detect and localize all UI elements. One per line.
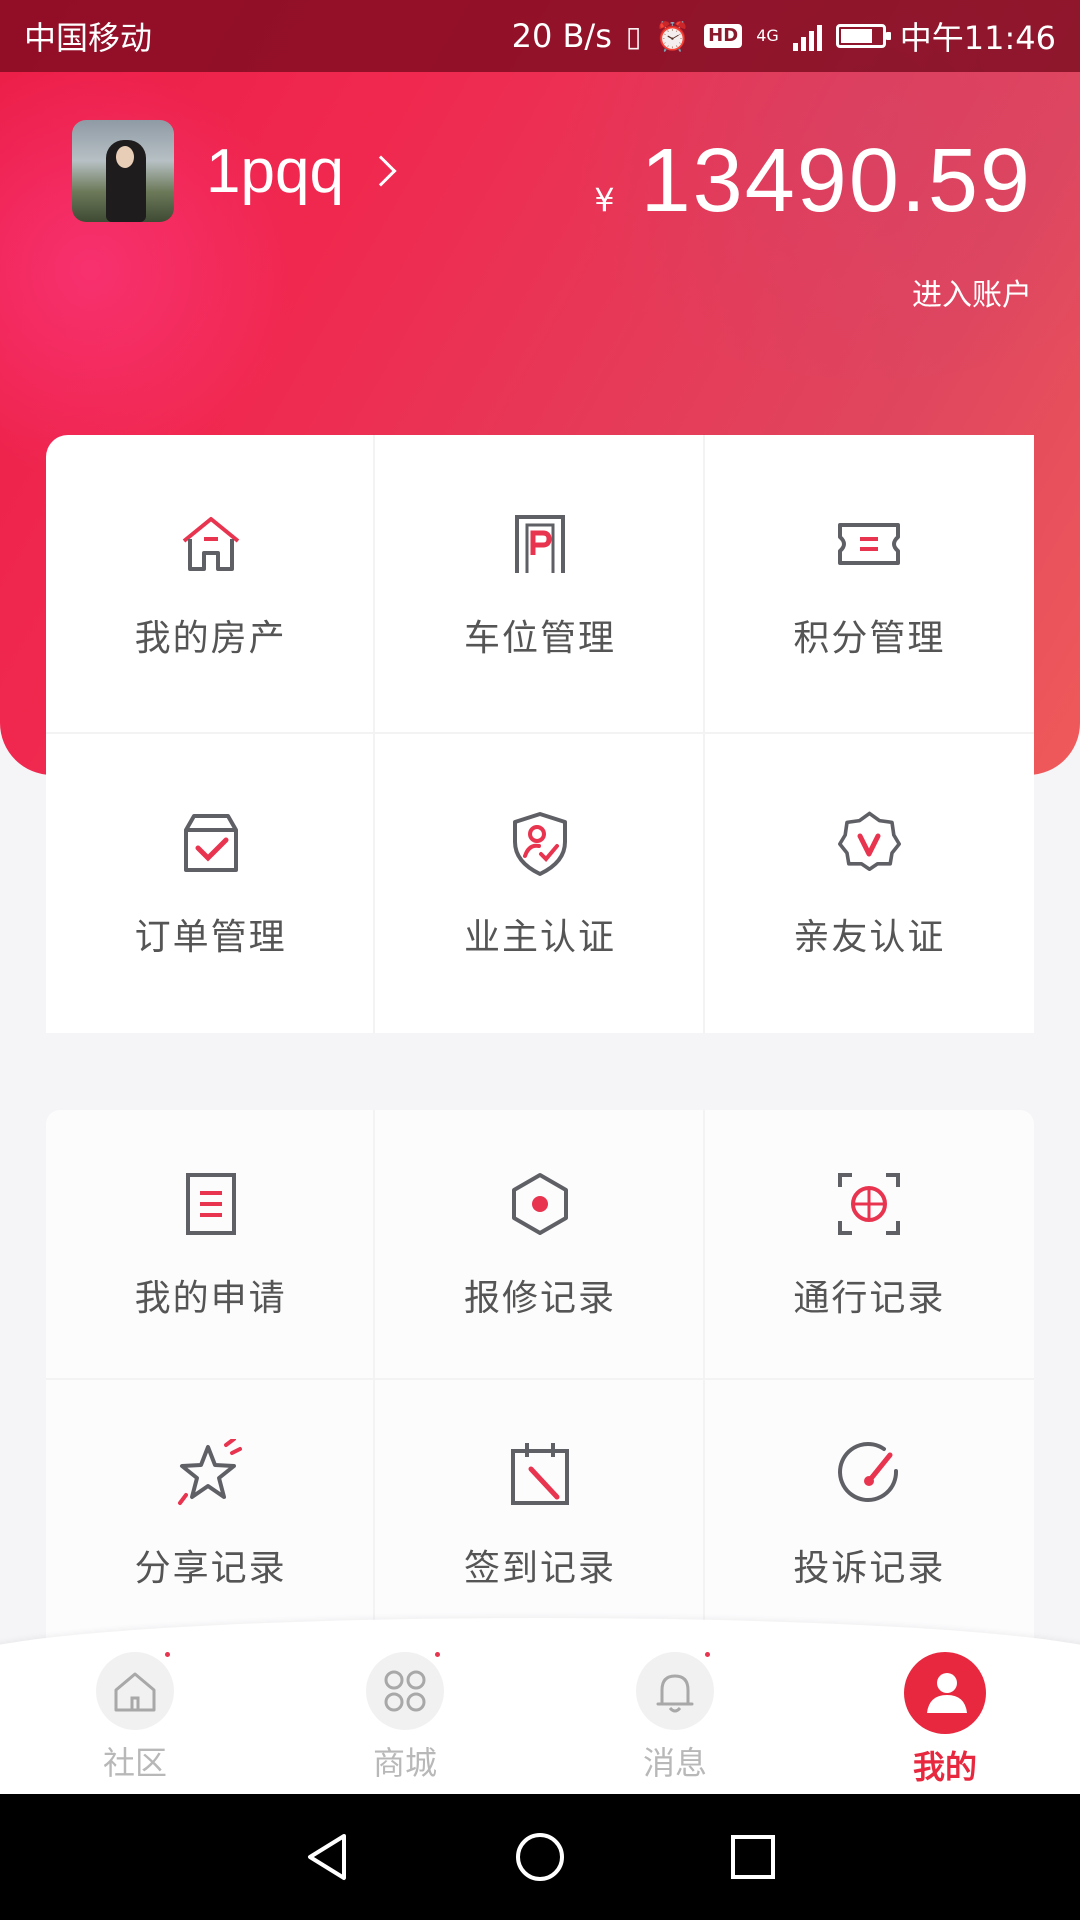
menu-item-checkin-records[interactable]: 签到记录 <box>375 1380 704 1650</box>
menu-item-label: 订单管理 <box>134 916 287 958</box>
vibrate-icon: ▯ <box>625 19 642 53</box>
tab-mine[interactable]: 我的 <box>845 1652 1045 1788</box>
bell-icon <box>636 1652 714 1730</box>
status-icons: 20 B/s ▯ ⏰ HD 4G 中午11:46 <box>512 13 1056 59</box>
order-box-icon <box>183 813 238 872</box>
house-icon <box>182 516 239 571</box>
menu-item-label: 分享记录 <box>134 1548 287 1589</box>
badge-v-icon <box>838 811 902 871</box>
tab-label: 消息 <box>642 1744 707 1782</box>
menu-item-points[interactable]: 积分管理 <box>705 435 1034 734</box>
back-button[interactable] <box>297 1827 357 1887</box>
property-menu-card: 我的房产 车位管理 积分管理 订单管理 业主认证 亲友认证 <box>46 435 1034 1033</box>
network-speed: 20 B/s <box>511 17 612 55</box>
carrier-label: 中国移动 <box>24 19 153 57</box>
tab-messages[interactable]: 消息 <box>575 1652 775 1784</box>
enter-account-link[interactable]: 进入账户 <box>912 270 1032 314</box>
menu-item-label: 通行记录 <box>793 1278 946 1319</box>
star-icon <box>177 1439 242 1505</box>
menu-item-my-property[interactable]: 我的房产 <box>46 435 375 734</box>
home-circle-icon <box>515 1833 564 1881</box>
recents-button[interactable] <box>723 1827 783 1887</box>
home-button[interactable] <box>510 1827 570 1887</box>
shield-user-icon <box>512 811 567 876</box>
profile-row[interactable]: 1pqq <box>72 120 397 222</box>
grid-icon <box>366 1652 444 1730</box>
back-triangle-icon <box>307 1834 346 1880</box>
menu-item-my-applications[interactable]: 我的申请 <box>46 1110 375 1380</box>
battery-icon <box>835 24 891 48</box>
menu-item-label: 投诉记录 <box>793 1548 946 1589</box>
tab-label: 我的 <box>912 1748 977 1786</box>
ticket-icon <box>838 522 901 565</box>
bottom-tab-bar: 社区 商城 消息 我的 <box>0 1618 1080 1794</box>
status-bar: 中国移动 20 B/s ▯ ⏰ HD 4G 中午11:46 <box>0 0 1080 72</box>
menu-item-owner-verification[interactable]: 业主认证 <box>375 734 704 1033</box>
signal-icon <box>792 21 822 51</box>
menu-item-share-records[interactable]: 分享记录 <box>46 1380 375 1650</box>
tab-label: 商城 <box>372 1744 437 1782</box>
chevron-right-icon[interactable] <box>365 155 397 187</box>
menu-item-label: 业主认证 <box>463 916 616 958</box>
username[interactable]: 1pqq <box>206 136 344 207</box>
alarm-icon: ⏰ <box>655 19 691 53</box>
menu-item-parking[interactable]: 车位管理 <box>375 435 704 734</box>
menu-item-label: 车位管理 <box>463 617 616 659</box>
scan-globe-icon <box>838 1173 901 1235</box>
document-icon <box>185 1173 236 1235</box>
menu-item-repair-records[interactable]: 报修记录 <box>375 1110 704 1380</box>
balance-amount: 13490.59 <box>640 131 1032 231</box>
user-icon <box>904 1652 986 1734</box>
gauge-icon <box>838 1441 899 1502</box>
menu-item-label: 报修记录 <box>463 1278 616 1319</box>
menu-item-family-verification[interactable]: 亲友认证 <box>705 734 1034 1033</box>
clock: 中午11:46 <box>899 19 1056 57</box>
parking-icon <box>514 514 565 573</box>
system-nav-bar <box>0 1794 1080 1920</box>
avatar[interactable] <box>72 120 174 222</box>
calendar-check-icon <box>510 1443 569 1505</box>
menu-item-label: 我的申请 <box>134 1278 287 1319</box>
menu-item-complaint-records[interactable]: 投诉记录 <box>705 1380 1034 1650</box>
tab-community[interactable]: 社区 <box>35 1652 235 1784</box>
menu-item-label: 我的房产 <box>134 617 287 659</box>
menu-item-orders[interactable]: 订单管理 <box>46 734 375 1033</box>
hd-icon: HD <box>704 24 743 48</box>
recents-square-icon <box>731 1835 776 1879</box>
hexagon-dot-icon <box>511 1173 568 1235</box>
home-icon <box>96 1652 174 1730</box>
balance: ¥ 13490.59 <box>594 130 1032 233</box>
tab-mall[interactable]: 商城 <box>305 1652 505 1784</box>
menu-item-access-records[interactable]: 通行记录 <box>705 1110 1034 1380</box>
menu-item-label: 签到记录 <box>463 1548 616 1589</box>
menu-item-label: 积分管理 <box>793 617 946 659</box>
menu-item-label: 亲友认证 <box>793 916 946 958</box>
tab-label: 社区 <box>102 1744 167 1782</box>
currency-symbol: ¥ <box>594 181 615 219</box>
network-type: 4G <box>756 26 779 45</box>
records-menu-card: 我的申请 报修记录 通行记录 分享记录 签到记录 投诉记录 <box>46 1110 1034 1650</box>
